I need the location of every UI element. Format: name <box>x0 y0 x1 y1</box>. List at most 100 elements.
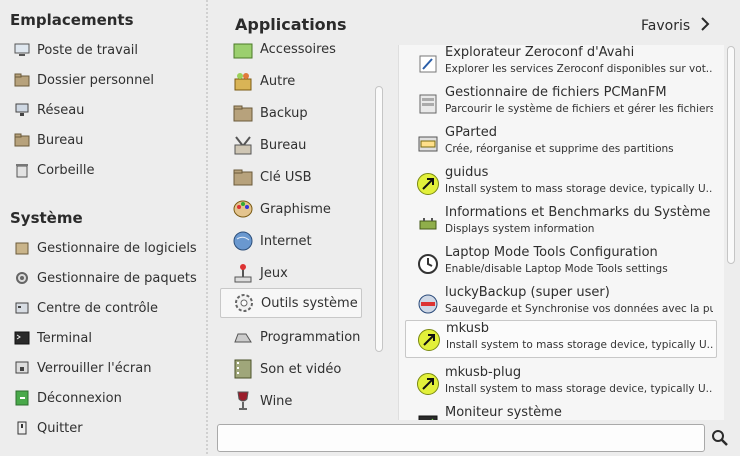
system-quit[interactable]: Quitter <box>14 416 83 440</box>
category-usb-key[interactable]: Clé USB <box>220 162 362 192</box>
category-scrollbar[interactable] <box>375 86 383 352</box>
apps-scrollbar[interactable] <box>727 46 735 264</box>
category-label: Wine <box>260 393 293 409</box>
category-backup[interactable]: Backup <box>220 98 362 128</box>
places-title: Emplacements <box>10 11 134 29</box>
app-luckybackup[interactable]: luckyBackup (super user) Sauvegarde et S… <box>405 285 717 323</box>
accessories-icon <box>232 42 254 60</box>
trash-icon <box>14 162 30 178</box>
system-label: Gestionnaire de paquets <box>37 270 197 286</box>
category-accessories[interactable]: Accessoires <box>220 42 362 64</box>
app-laptop-mode-tools[interactable]: Laptop Mode Tools Configuration Enable/d… <box>405 245 717 283</box>
app-title: luckyBackup (super user) <box>445 285 610 300</box>
favorites-button[interactable]: Favoris <box>641 15 710 36</box>
place-label: Réseau <box>37 102 85 118</box>
place-computer[interactable]: Poste de travail <box>14 38 138 62</box>
joystick-icon <box>232 262 254 284</box>
app-title: mkusb-plug <box>445 365 522 380</box>
app-description: Install system to mass storage device, t… <box>445 383 713 395</box>
system-lock-screen[interactable]: Verrouiller l'écran <box>14 356 151 380</box>
home-folder-icon <box>14 72 30 88</box>
category-programming[interactable]: Programmation <box>220 322 362 352</box>
system-software-manager[interactable]: Gestionnaire de logiciels <box>14 236 197 260</box>
app-title: Gestionnaire de fichiers PCManFM <box>445 85 667 100</box>
category-label: Programmation <box>260 329 361 345</box>
app-avahi-zeroconf[interactable]: Explorateur Zeroconf d'Avahi Explorer le… <box>405 45 717 83</box>
place-label: Dossier personnel <box>37 72 155 88</box>
folder-icon <box>232 102 254 124</box>
applications-heading: Applications <box>235 15 347 34</box>
gear-icon <box>233 292 255 314</box>
office-icon <box>232 134 254 156</box>
category-label: Accessoires <box>260 42 336 57</box>
search-icon[interactable] <box>711 429 729 447</box>
category-label: Bureau <box>260 137 307 153</box>
system-control-center[interactable]: Centre de contrôle <box>14 296 158 320</box>
category-internet[interactable]: Internet <box>220 226 362 256</box>
category-other[interactable]: Autre <box>220 66 362 96</box>
place-home[interactable]: Dossier personnel <box>14 68 154 92</box>
system-label: Déconnexion <box>37 390 122 406</box>
category-graphics[interactable]: Graphisme <box>220 194 362 224</box>
desktop-folder-icon <box>14 132 30 148</box>
category-label: Backup <box>260 105 308 121</box>
category-games[interactable]: Jeux <box>220 258 362 288</box>
wine-glass-icon <box>232 390 254 412</box>
app-description: Explorer les services Zeroconf disponibl… <box>445 63 713 75</box>
package-gear-icon <box>14 270 30 286</box>
usb-install-icon <box>417 173 439 195</box>
lock-screen-icon <box>14 360 30 376</box>
place-trash[interactable]: Corbeille <box>14 158 94 182</box>
category-office[interactable]: Bureau <box>220 130 362 160</box>
app-mkusb[interactable]: mkusb Install system to mass storage dev… <box>405 320 717 358</box>
system-package-manager[interactable]: Gestionnaire de paquets <box>14 266 197 290</box>
place-desktop[interactable]: Bureau <box>14 128 83 152</box>
other-icon <box>232 70 254 92</box>
app-system-benchmark[interactable]: Informations et Benchmarks du Système Di… <box>405 205 717 243</box>
system-label: Verrouiller l'écran <box>37 360 152 376</box>
programming-icon <box>232 326 254 348</box>
category-list: Accessoires Autre Backup Bureau Clé USB … <box>220 42 370 420</box>
globe-icon <box>232 230 254 252</box>
app-gparted[interactable]: GParted Crée, réorganise et supprime des… <box>405 125 717 163</box>
favorites-label: Favoris <box>641 17 691 34</box>
software-manager-icon <box>14 240 30 256</box>
usb-install-icon <box>417 373 439 395</box>
app-description: Parcourir le système de fichiers et gére… <box>445 103 713 115</box>
app-description: Crée, réorganise et supprime des partiti… <box>445 143 674 155</box>
zeroconf-icon <box>417 53 439 75</box>
app-pcmanfm[interactable]: Gestionnaire de fichiers PCManFM Parcour… <box>405 85 717 123</box>
app-mkusb-plug[interactable]: mkusb-plug Install system to mass storag… <box>405 365 717 403</box>
place-label: Poste de travail <box>37 42 139 58</box>
app-guidus[interactable]: guidus Install system to mass storage de… <box>405 165 717 203</box>
category-system-tools[interactable]: Outils système <box>220 288 362 318</box>
place-network[interactable]: Réseau <box>14 98 84 122</box>
computer-icon <box>14 42 30 58</box>
system-label: Gestionnaire de logiciels <box>37 240 197 256</box>
app-description: Install system to mass storage device, t… <box>446 339 714 351</box>
chevron-right-icon <box>700 15 710 36</box>
category-label: Autre <box>260 73 296 89</box>
category-sound-video[interactable]: Son et vidéo <box>220 354 362 384</box>
system-label: Quitter <box>37 420 83 436</box>
apps-list: Explorateur Zeroconf d'Avahi Explorer le… <box>398 45 724 420</box>
places-pane: Emplacements Poste de travail Dossier pe… <box>0 0 206 456</box>
system-label: Terminal <box>37 330 92 346</box>
system-monitor-icon <box>417 413 439 420</box>
app-title: mkusb <box>446 321 490 336</box>
search-input[interactable] <box>217 424 705 452</box>
system-logout[interactable]: Déconnexion <box>14 386 122 410</box>
category-label: Outils système <box>261 295 358 311</box>
category-label: Clé USB <box>260 169 312 185</box>
network-icon <box>14 102 30 118</box>
app-description: Enable/disable Laptop Mode Tools setting… <box>445 263 668 275</box>
app-title: Informations et Benchmarks du Système <box>445 205 711 220</box>
app-system-monitor[interactable]: Moniteur système <box>405 405 717 420</box>
app-title: GParted <box>445 125 497 140</box>
system-terminal[interactable]: Terminal <box>14 326 92 350</box>
quit-icon <box>14 420 30 436</box>
backup-icon <box>417 293 439 315</box>
film-icon <box>232 358 254 380</box>
control-center-icon <box>14 300 30 316</box>
category-wine[interactable]: Wine <box>220 386 362 416</box>
